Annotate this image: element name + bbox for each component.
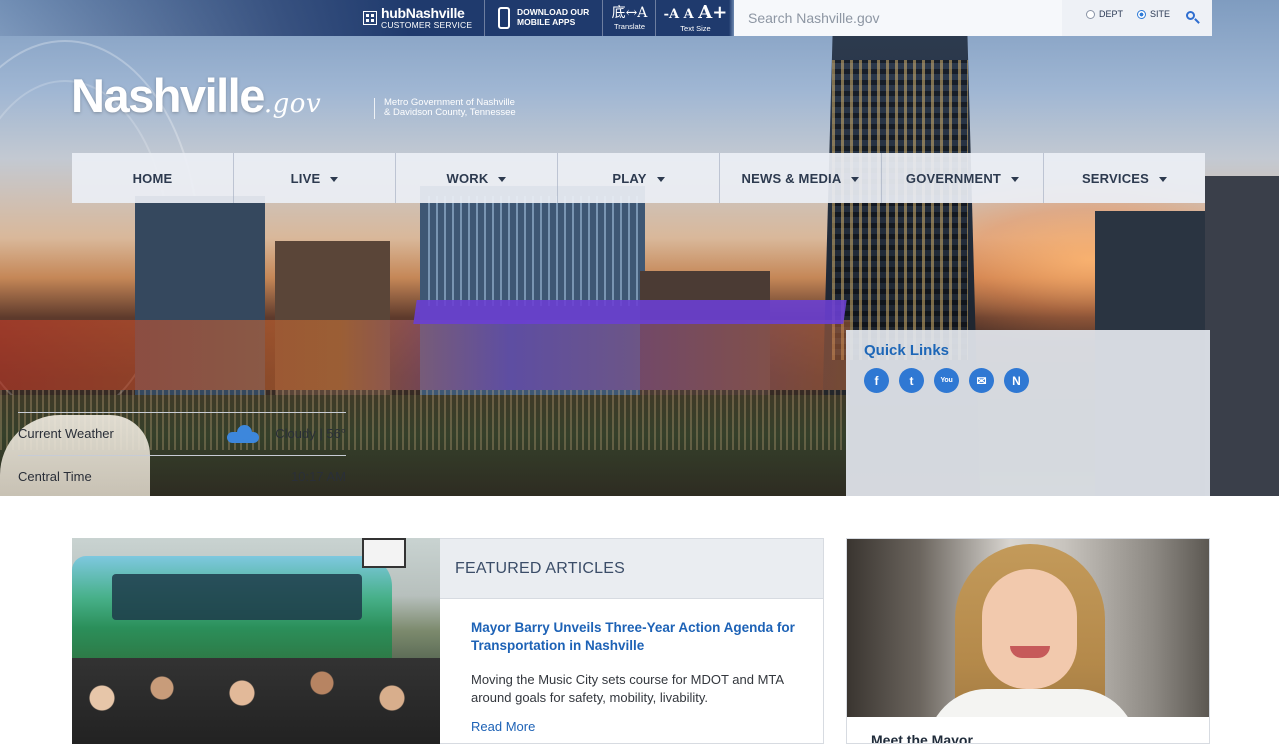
apps-text: DOWNLOAD OUR MOBILE APPS: [517, 7, 590, 28]
mayor-photo: [847, 539, 1209, 717]
mayor-face: [982, 569, 1077, 689]
featured-heading: FEATURED ARTICLES: [440, 539, 823, 599]
mayor-smile: [1010, 646, 1050, 658]
search-icon-handle: [1194, 18, 1200, 24]
main-nav: HOME LIVE WORK PLAY NEWS & MEDIA GOVERNM…: [72, 153, 1205, 203]
nav-label: SERVICES: [1081, 170, 1150, 186]
time-value: 10:17 AM: [291, 469, 346, 484]
skyline-building: [1205, 176, 1279, 496]
text-size-icon: -A A A+: [664, 2, 728, 23]
mobile-apps-link[interactable]: DOWNLOAD OUR MOBILE APPS: [486, 0, 603, 36]
weather-value: Cloudy | 56°: [275, 426, 346, 441]
nav-home[interactable]: HOME: [72, 153, 234, 203]
nashville-n-icon[interactable]: N: [1004, 368, 1029, 393]
hub-text: hubNashville CUSTOMER SERVICE: [381, 6, 472, 30]
hubnashville-link[interactable]: hubNashville CUSTOMER SERVICE: [357, 0, 485, 36]
nav-label: PLAY: [612, 170, 647, 186]
hub-grid-icon: [363, 11, 377, 25]
text-size-reset[interactable]: A: [684, 7, 694, 22]
city-lights: [0, 320, 850, 390]
apps-line-1: DOWNLOAD OUR: [517, 7, 590, 18]
quick-links-panel: Quick Links f t You ✉ N: [846, 330, 1210, 496]
tagline-line-1: Metro Government of Nashville: [384, 97, 515, 108]
bus-windows: [112, 574, 362, 620]
weather-row: Current Weather Cloudy | 56°: [18, 412, 346, 454]
amphitheater-canopy: [413, 300, 847, 324]
time-label: Central Time: [18, 469, 92, 484]
text-size-increase[interactable]: A+: [698, 2, 727, 23]
no-turn-sign: [362, 538, 406, 568]
phone-icon: [498, 7, 510, 29]
nav-label: HOME: [132, 170, 173, 186]
site-logo[interactable]: Nashville .gov Metro Government of Nashv…: [71, 69, 516, 122]
logo-tagline: Metro Government of Nashville & Davidson…: [374, 97, 564, 119]
featured-article-photo[interactable]: [72, 538, 440, 744]
chevron-down-icon: [1159, 177, 1168, 182]
nav-label: NEWS & MEDIA: [741, 170, 842, 186]
nav-play[interactable]: PLAY: [558, 153, 720, 203]
translate-button[interactable]: 底↔A Translate: [604, 0, 656, 36]
chevron-down-icon: [330, 177, 339, 182]
hub-name: hubNashville: [381, 5, 465, 22]
radio-dot-selected: [1137, 9, 1147, 19]
scope-dept-label: DEPT: [1099, 9, 1124, 19]
text-size-decrease[interactable]: -A: [664, 7, 679, 22]
meet-the-mayor-link[interactable]: Meet the Mayor: [871, 732, 973, 743]
nav-live[interactable]: LIVE: [234, 153, 396, 203]
article-title-link[interactable]: Mayor Barry Unveils Three-Year Action Ag…: [471, 619, 811, 654]
building-windows: [428, 196, 638, 306]
nav-label: GOVERNMENT: [905, 170, 1002, 186]
scope-dept-radio[interactable]: DEPT: [1086, 9, 1123, 19]
scope-site-radio[interactable]: SITE: [1137, 9, 1170, 19]
logo-name: Nashville: [71, 69, 265, 122]
nav-news-media[interactable]: NEWS & MEDIA: [720, 153, 882, 203]
featured-articles: FEATURED ARTICLES Mayor Barry Unveils Th…: [440, 538, 824, 744]
search-box: [734, 0, 1062, 36]
translate-label: Translate: [614, 21, 645, 31]
twitter-icon[interactable]: t: [899, 368, 924, 393]
chevron-down-icon: [1011, 177, 1020, 182]
chevron-down-icon: [498, 177, 507, 182]
quick-links-title: Quick Links: [864, 342, 950, 359]
time-row: Central Time 10:17 AM: [18, 455, 346, 497]
youtube-icon[interactable]: You: [934, 368, 959, 393]
mayor-card[interactable]: Meet the Mayor: [846, 538, 1210, 744]
facebook-icon[interactable]: f: [864, 368, 889, 393]
nav-label: LIVE: [290, 170, 321, 186]
crowd-seated: [72, 658, 440, 744]
weather-readout: Cloudy | 56°: [227, 424, 346, 443]
radio-dot: [1086, 9, 1095, 19]
weather-label: Current Weather: [18, 426, 114, 441]
search-input[interactable]: [734, 0, 1062, 36]
page: hubNashville CUSTOMER SERVICE DOWNLOAD O…: [0, 0, 1279, 744]
chevron-down-icon: [851, 177, 860, 182]
tagline-line-2: & Davidson County, Tennessee: [384, 107, 516, 119]
nav-work[interactable]: WORK: [396, 153, 558, 203]
apps-line-2: MOBILE APPS: [517, 17, 576, 27]
text-size-label: Text Size: [680, 23, 711, 33]
article-summary: Moving the Music City sets course for MD…: [471, 672, 784, 705]
hub-subtitle: CUSTOMER SERVICE: [381, 20, 473, 31]
read-more-link[interactable]: Read More: [471, 719, 535, 734]
logo-suffix: .gov: [263, 89, 322, 119]
search-button[interactable]: [1184, 9, 1202, 27]
cloud-icon: [227, 424, 260, 443]
nav-label: WORK: [446, 170, 489, 186]
nav-services[interactable]: SERVICES: [1044, 153, 1205, 203]
email-icon[interactable]: ✉: [969, 368, 994, 393]
nav-government[interactable]: GOVERNMENT: [882, 153, 1044, 203]
building-windows: [832, 60, 968, 360]
translate-icon: 底↔A: [611, 4, 648, 21]
social-icons: f t You ✉ N: [864, 368, 1029, 393]
text-size-control[interactable]: -A A A+ Text Size: [657, 0, 734, 36]
chevron-down-icon: [656, 177, 665, 182]
scope-site-label: SITE: [1150, 9, 1171, 19]
